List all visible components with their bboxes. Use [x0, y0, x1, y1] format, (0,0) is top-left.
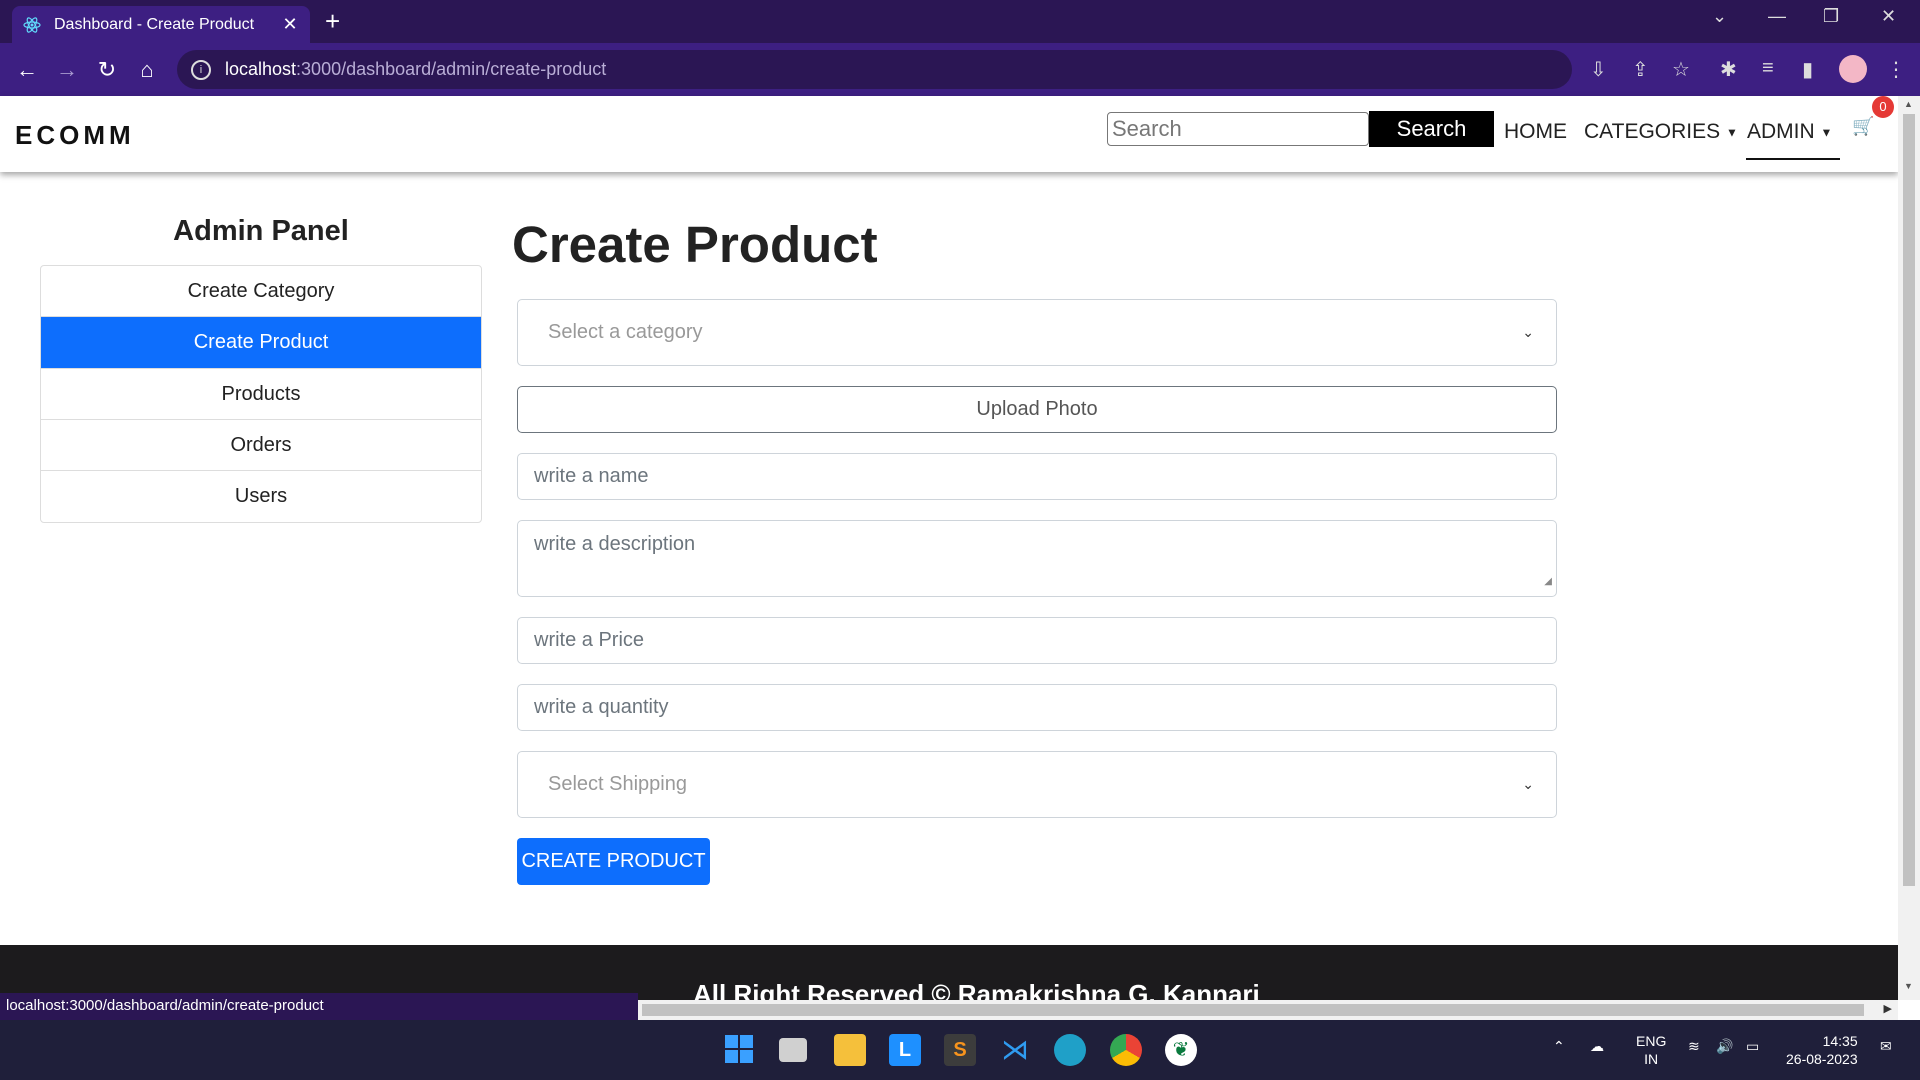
upload-photo-button[interactable]: Upload Photo [517, 386, 1557, 433]
nav-categories-label: CATEGORIES [1584, 120, 1721, 143]
category-select[interactable]: Select a category ⌄ [517, 299, 1557, 366]
file-explorer-icon[interactable] [834, 1034, 866, 1066]
profile-avatar[interactable] [1839, 55, 1867, 83]
name-input[interactable]: write a name [517, 453, 1557, 500]
browser-tab[interactable]: Dashboard - Create Product ✕ [12, 6, 310, 43]
brand-logo[interactable]: ECOMM [15, 120, 135, 151]
reload-icon[interactable]: ↻ [92, 55, 122, 85]
restore-icon[interactable]: ❐ [1823, 6, 1839, 27]
minimize-icon[interactable]: — [1768, 6, 1786, 27]
nav-categories[interactable]: CATEGORIES ▼ [1584, 120, 1738, 144]
cart-icon[interactable]: 🛒 [1852, 116, 1874, 137]
vscode-icon[interactable]: ⋊ [999, 1034, 1031, 1066]
admin-menu: Create Category Create Product Products … [40, 265, 482, 523]
menu-item-products[interactable]: Products [41, 369, 481, 420]
address-bar[interactable]: i localhost:3000/dashboard/admin/create-… [177, 50, 1572, 89]
app-navbar: ECOMM Search Search HOME CATEGORIES ▼ AD… [0, 96, 1898, 172]
home-icon[interactable]: ⌂ [132, 55, 162, 85]
admin-panel-title: Admin Panel [173, 215, 349, 247]
windows-start-icon[interactable] [723, 1034, 755, 1066]
quantity-input[interactable]: write a quantity [517, 684, 1557, 731]
wifi-icon[interactable]: ≋ [1688, 1038, 1700, 1055]
install-icon[interactable]: ⇩ [1590, 57, 1607, 82]
nav-admin[interactable]: ADMIN ▼ [1747, 120, 1832, 144]
vertical-scrollbar[interactable]: ▲ ▼ [1898, 96, 1920, 1000]
chrome-icon[interactable] [1110, 1034, 1142, 1066]
browser-tabbar: Dashboard - Create Product ✕ + ⌄ — ❐ ✕ [0, 0, 1920, 43]
hscroll-thumb[interactable] [642, 1004, 1864, 1016]
horizontal-scrollbar[interactable]: ▶ [638, 1000, 1898, 1020]
new-tab-icon[interactable]: + [325, 6, 340, 36]
bookmark-star-icon[interactable]: ☆ [1672, 57, 1690, 82]
volume-icon[interactable]: 🔊 [1716, 1038, 1733, 1055]
sidepanel-icon[interactable]: ▮ [1802, 57, 1813, 82]
edge-icon[interactable] [1054, 1034, 1086, 1066]
menu-item-orders[interactable]: Orders [41, 420, 481, 471]
shipping-select-value: Select Shipping [548, 773, 687, 795]
url-host: localhost [225, 59, 297, 79]
battery-icon[interactable]: ▭ [1746, 1038, 1759, 1055]
scroll-down-arrow-icon[interactable]: ▼ [1904, 981, 1913, 991]
task-view-icon[interactable] [779, 1038, 807, 1062]
description-placeholder: write a description [534, 533, 696, 555]
react-icon [22, 15, 42, 35]
close-window-icon[interactable]: ✕ [1881, 6, 1896, 27]
status-bar-url: localhost:3000/dashboard/admin/create-pr… [0, 993, 638, 1020]
back-icon[interactable]: ← [12, 55, 42, 85]
menu-kebab-icon[interactable]: ⋮ [1886, 57, 1906, 82]
menu-item-create-product[interactable]: Create Product [41, 317, 481, 369]
media-icon[interactable]: ≡ [1762, 57, 1774, 80]
extensions-icon[interactable]: ✱ [1720, 57, 1737, 82]
price-input[interactable]: write a Price [517, 617, 1557, 664]
clock[interactable]: 14:35 26-08-2023 [1786, 1032, 1858, 1068]
tab-title: Dashboard - Create Product [54, 15, 255, 33]
caret-down-icon: ▼ [1820, 125, 1833, 140]
description-textarea[interactable]: write a description ◢ [517, 520, 1557, 597]
share-icon[interactable]: ⇪ [1632, 57, 1649, 82]
notification-icon[interactable]: ✉ [1880, 1038, 1892, 1055]
shipping-select[interactable]: Select Shipping ⌄ [517, 751, 1557, 818]
browser-toolbar: ← → ↻ ⌂ i localhost:3000/dashboard/admin… [0, 43, 1920, 96]
scroll-right-arrow-icon[interactable]: ▶ [1884, 1002, 1892, 1015]
menu-item-create-category[interactable]: Create Category [41, 266, 481, 317]
tab-search-icon[interactable]: ⌄ [1712, 6, 1727, 27]
mongodb-compass-icon[interactable]: ❦ [1165, 1034, 1197, 1066]
chevron-down-icon: ⌄ [1522, 324, 1534, 340]
windows-taskbar: L S ⋊ ❦ ⌃ ☁ ENG IN ≋ 🔊 ▭ 14:35 26-08-202… [0, 1020, 1920, 1080]
menu-item-users[interactable]: Users [41, 471, 481, 522]
resize-handle-icon[interactable]: ◢ [1544, 571, 1552, 593]
nav-home[interactable]: HOME [1504, 120, 1567, 144]
search-input[interactable]: Search [1107, 112, 1369, 146]
cart-count-badge: 0 [1872, 96, 1894, 118]
site-info-icon[interactable]: i [191, 59, 211, 80]
sublime-text-icon[interactable]: S [944, 1034, 976, 1066]
lang-bottom: IN [1644, 1051, 1659, 1067]
scrollbar-thumb[interactable] [1903, 114, 1915, 886]
caret-down-icon: ▼ [1725, 125, 1738, 140]
close-tab-icon[interactable]: ✕ [280, 14, 300, 35]
clock-date: 26-08-2023 [1786, 1051, 1858, 1067]
chevron-down-icon: ⌄ [1522, 776, 1534, 792]
clock-time: 14:35 [1822, 1033, 1858, 1049]
onedrive-cloud-icon[interactable]: ☁ [1590, 1038, 1604, 1055]
active-nav-underline [1746, 158, 1840, 160]
forward-icon[interactable]: → [52, 55, 82, 85]
lang-top: ENG [1636, 1033, 1667, 1049]
language-indicator[interactable]: ENG IN [1636, 1032, 1666, 1068]
url-path: :3000/dashboard/admin/create-product [296, 59, 607, 79]
create-product-button[interactable]: CREATE PRODUCT [517, 838, 710, 885]
app-l-icon[interactable]: L [889, 1034, 921, 1066]
footer: All Right Reserved © Ramakrishna G. Kann… [0, 945, 1898, 1009]
category-select-value: Select a category [548, 321, 703, 343]
page-title: Create Product [512, 216, 878, 273]
scroll-up-arrow-icon[interactable]: ▲ [1904, 99, 1913, 109]
nav-admin-label: ADMIN [1747, 120, 1815, 143]
tray-chevron-up-icon[interactable]: ⌃ [1553, 1038, 1565, 1055]
search-button[interactable]: Search [1369, 111, 1494, 147]
